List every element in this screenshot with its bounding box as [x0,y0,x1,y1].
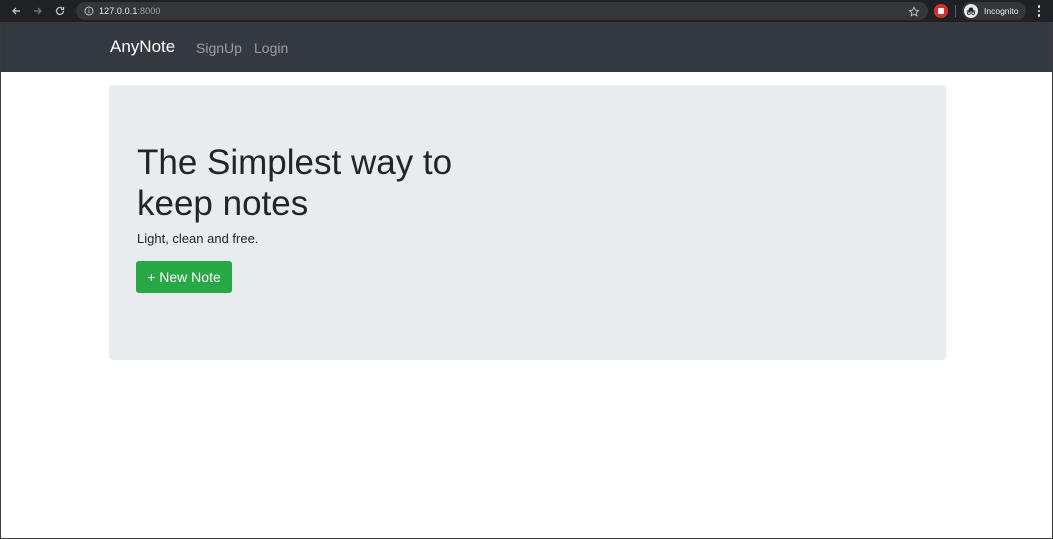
incognito-profile-button[interactable]: Incognito [962,2,1026,20]
brand-link[interactable]: AnyNote [110,37,175,57]
hero-lead: Light, clean and free. [137,231,259,246]
reload-icon[interactable] [49,0,71,22]
hero-jumbotron: The Simplest way to keep notes Light, cl… [109,85,946,360]
site-navbar: AnyNote SignUp Login [1,22,1052,72]
url-port: :8000 [137,6,161,16]
new-note-button[interactable]: + New Note [136,261,232,293]
browser-menu-icon[interactable] [1033,4,1045,18]
info-icon[interactable] [84,6,94,16]
hero-title: The Simplest way to keep notes [137,143,453,223]
toolbar-divider [955,5,956,17]
back-icon[interactable] [5,0,27,22]
url-text[interactable]: 127.0.0.1:8000 [99,6,160,16]
extension-icon[interactable] [934,4,948,18]
incognito-icon [964,4,978,18]
forward-icon[interactable] [27,0,49,22]
url-host: 127.0.0.1 [99,6,138,16]
address-bar[interactable]: 127.0.0.1:8000 [76,2,928,20]
nav-link-login[interactable]: Login [254,40,288,56]
nav-link-signup[interactable]: SignUp [196,40,242,56]
browser-toolbar: 127.0.0.1:8000 Incognito [0,0,1053,22]
incognito-label: Incognito [984,6,1019,16]
bookmark-star-icon[interactable] [908,5,920,17]
